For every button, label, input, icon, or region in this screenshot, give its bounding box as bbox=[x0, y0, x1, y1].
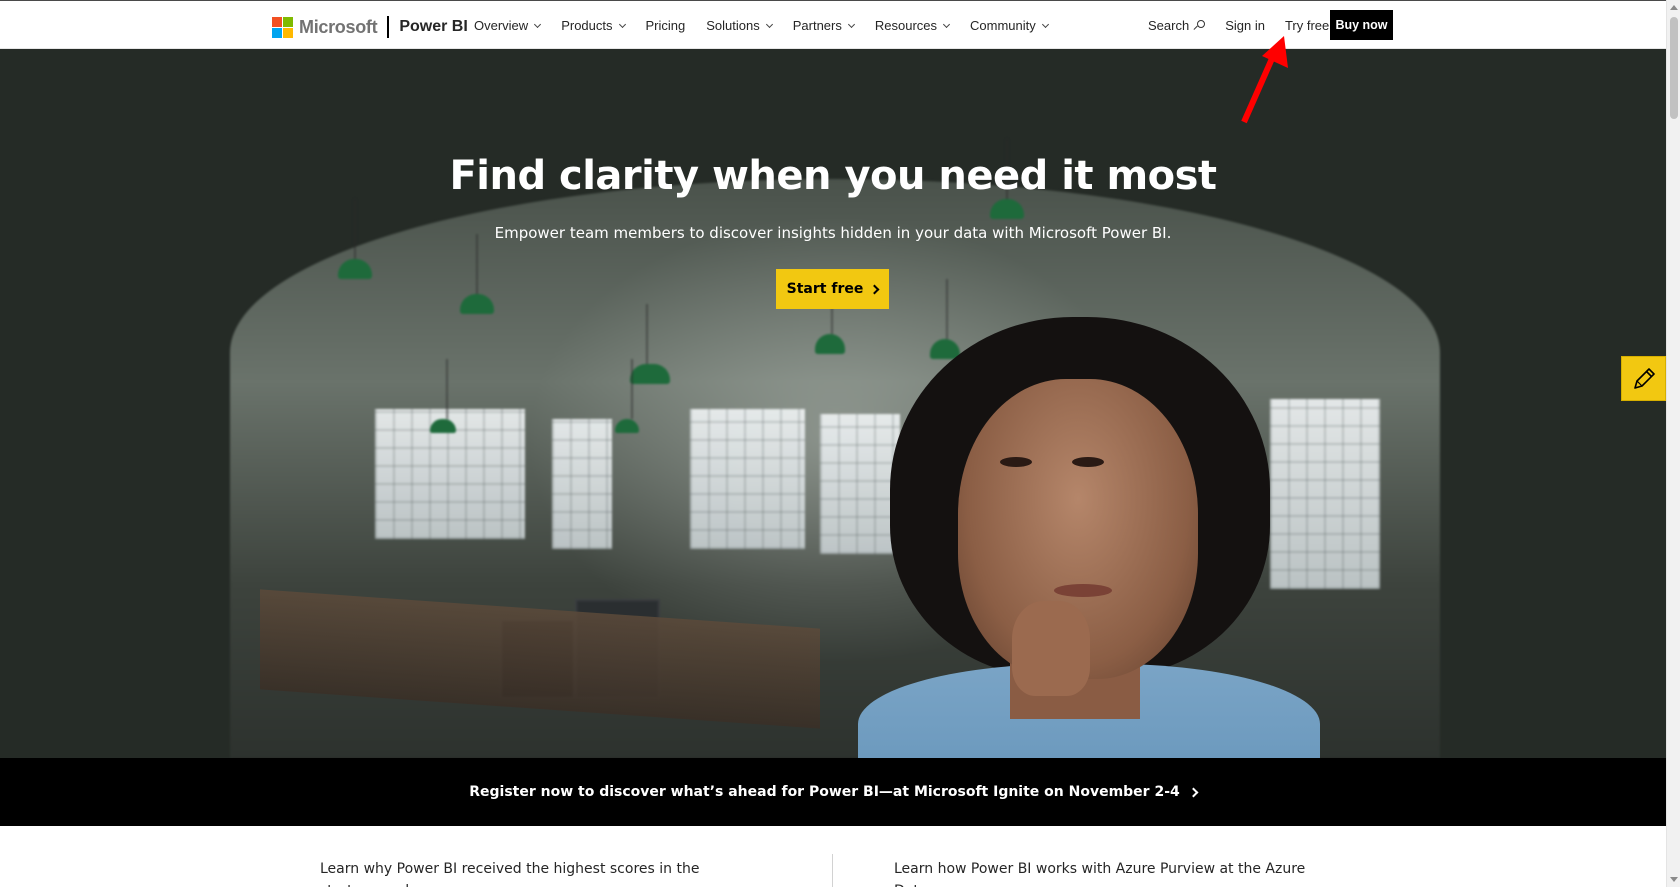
brand[interactable]: Microsoft Power BI bbox=[272, 15, 468, 39]
nav-item-label: Overview bbox=[474, 18, 529, 33]
nav-item-label: Partners bbox=[792, 18, 842, 33]
person-lips bbox=[1054, 584, 1112, 597]
person-eye bbox=[1000, 457, 1032, 467]
nav-item-community[interactable]: Community bbox=[970, 18, 1049, 33]
nav-item-label: Pricing bbox=[645, 18, 686, 33]
nav-item-label: Solutions bbox=[706, 18, 760, 33]
chevron-down-icon bbox=[534, 20, 542, 28]
search-label: Search bbox=[1148, 18, 1190, 33]
hero-section: Find clarity when you need it most Empow… bbox=[0, 49, 1666, 758]
scrollbar-thumb[interactable] bbox=[1670, 17, 1678, 119]
promo-divider bbox=[832, 854, 833, 887]
pencil-icon bbox=[1633, 367, 1655, 389]
chevron-down-icon bbox=[618, 20, 626, 28]
promo-link-right[interactable]: Learn how Power BI works with Azure Purv… bbox=[894, 858, 1324, 887]
nav-item-solutions[interactable]: Solutions bbox=[706, 18, 773, 33]
promo-link-left[interactable]: Learn why Power BI received the highest … bbox=[320, 858, 750, 887]
nav-item-label: Resources bbox=[874, 18, 938, 33]
nav-item-resources[interactable]: Resources bbox=[874, 18, 951, 33]
site-header: Microsoft Power BI Overview Products Pri… bbox=[0, 0, 1666, 49]
ignite-banner[interactable]: Register now to discover what’s ahead fo… bbox=[0, 758, 1666, 826]
nav-item-pricing[interactable]: Pricing bbox=[646, 18, 686, 33]
nav-item-products[interactable]: Products bbox=[561, 18, 626, 33]
hero-subtitle: Empower team members to discover insight… bbox=[494, 224, 1172, 242]
person-eye bbox=[1072, 457, 1104, 467]
search-icon bbox=[1193, 19, 1206, 32]
scroll-up-icon[interactable] bbox=[1670, 5, 1678, 10]
page-scrollbar[interactable] bbox=[1666, 0, 1680, 887]
sign-in-link[interactable]: Sign in bbox=[1225, 18, 1265, 33]
start-free-label: Start free bbox=[786, 281, 864, 297]
chevron-down-icon bbox=[765, 20, 773, 28]
main-nav: Overview Products Pricing Solutions Part… bbox=[474, 18, 1069, 33]
banner-text: Register now to discover what’s ahead fo… bbox=[469, 784, 1180, 800]
person-hand bbox=[1012, 601, 1090, 696]
chevron-down-icon bbox=[942, 20, 951, 28]
nav-item-partners[interactable]: Partners bbox=[792, 18, 855, 33]
chevron-right-icon bbox=[869, 284, 880, 294]
utility-nav: Search Sign in Try free bbox=[1148, 18, 1329, 33]
chevron-down-icon bbox=[1041, 20, 1049, 28]
hero-title: Find clarity when you need it most bbox=[449, 153, 1217, 199]
product-name[interactable]: Power BI bbox=[399, 18, 467, 36]
nav-item-label: Products bbox=[561, 18, 613, 33]
red-arrow-icon bbox=[1241, 36, 1288, 124]
feedback-button[interactable] bbox=[1621, 356, 1666, 401]
start-free-button[interactable]: Start free bbox=[776, 269, 889, 309]
brand-divider bbox=[387, 16, 390, 38]
try-free-link[interactable]: Try free bbox=[1285, 18, 1329, 33]
search-button[interactable]: Search bbox=[1148, 18, 1206, 33]
chevron-down-icon bbox=[847, 20, 855, 28]
nav-item-overview[interactable]: Overview bbox=[474, 18, 542, 33]
scroll-down-icon[interactable] bbox=[1670, 877, 1678, 882]
microsoft-logo-icon bbox=[272, 16, 293, 38]
nav-item-label: Community bbox=[970, 18, 1036, 33]
chevron-right-icon bbox=[1188, 787, 1199, 797]
buy-now-button[interactable]: Buy now bbox=[1330, 10, 1393, 40]
microsoft-wordmark: Microsoft bbox=[299, 16, 378, 37]
